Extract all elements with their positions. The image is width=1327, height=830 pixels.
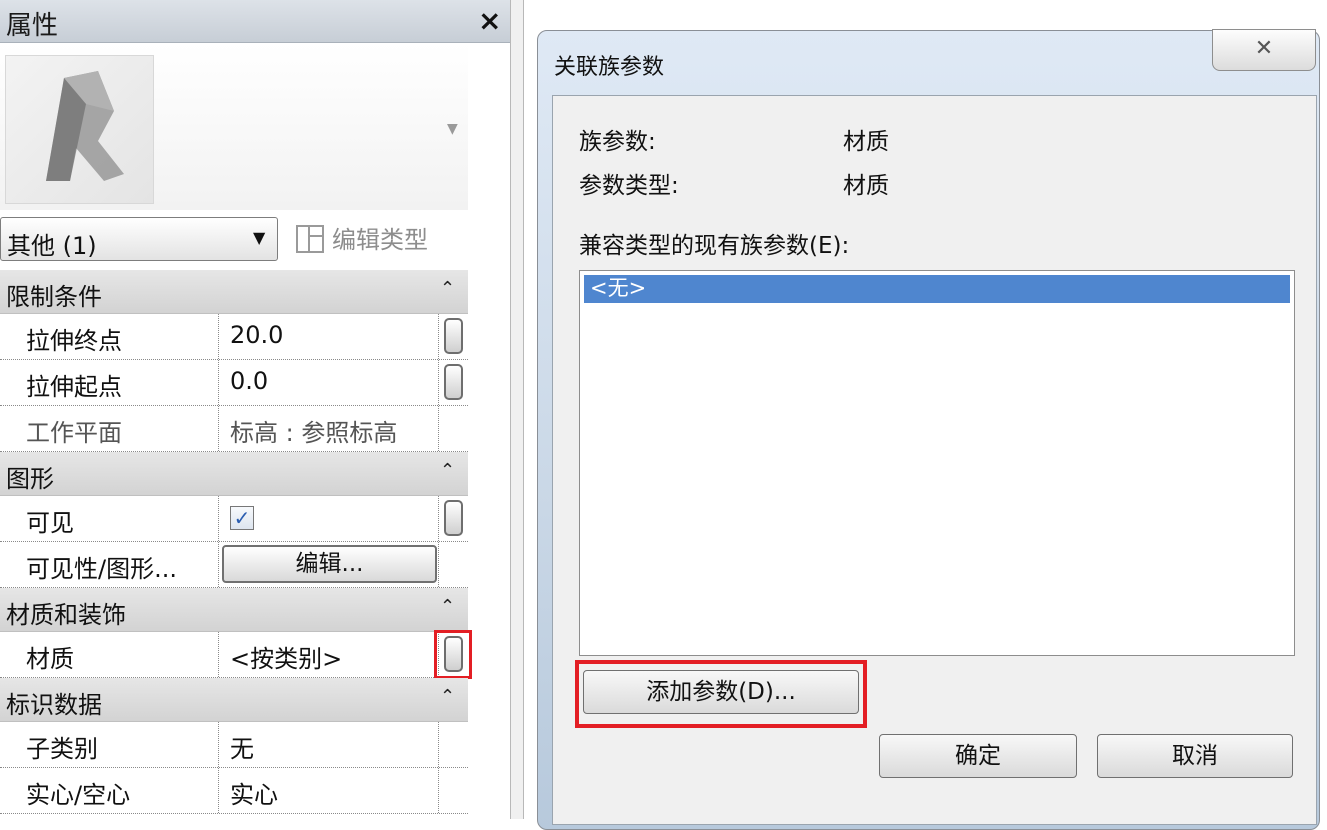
visibility-edit-button[interactable]: 编辑... (222, 545, 437, 583)
group-header-identity-data[interactable]: 标识数据 ⌃ (0, 678, 468, 722)
property-name: 可见性/图形... (26, 555, 177, 583)
type-selector-value: 其他 (1) (7, 232, 97, 260)
properties-title-bar: 属性 × (0, 0, 510, 43)
collapse-icon[interactable]: ⌃ (440, 686, 455, 707)
property-value: 标高 : 参照标高 (230, 419, 398, 447)
chevron-down-icon: ▼ (253, 228, 266, 247)
property-name: 工作平面 (26, 419, 122, 447)
type-selector-dropdown[interactable]: 其他 (1) ▼ (0, 217, 278, 261)
edit-type-button[interactable]: 编辑类型 (296, 220, 428, 260)
list-item[interactable]: <无> (584, 275, 1290, 303)
family-parameter-label: 族参数: (579, 129, 656, 155)
group-header-materials[interactable]: 材质和装饰 ⌃ (0, 588, 468, 632)
collapse-icon[interactable]: ⌃ (440, 278, 455, 299)
properties-grid: 限制条件 ⌃ 拉伸终点 20.0 拉伸起点 0.0 工作平面 标高 : 参照标高… (0, 270, 472, 814)
family-thumbnail (5, 55, 154, 204)
associate-parameter-button[interactable] (444, 364, 463, 400)
group-label: 限制条件 (6, 283, 102, 311)
property-value[interactable]: <按类别> (230, 639, 342, 674)
property-row: 子类别 无 (0, 722, 468, 768)
type-selector-row: 其他 (1) ▼ 编辑类型 (0, 213, 468, 268)
group-label: 材质和装饰 (6, 601, 126, 629)
visible-checkbox[interactable]: ✓ (230, 506, 254, 530)
existing-parameters-list[interactable]: <无> (579, 270, 1295, 656)
group-header-constraints[interactable]: 限制条件 ⌃ (0, 270, 468, 314)
property-name: 可见 (26, 509, 74, 537)
property-row: 拉伸起点 0.0 (0, 360, 468, 406)
property-value[interactable]: 实心 (230, 775, 278, 810)
property-name: 材质 (26, 645, 74, 673)
property-name: 实心/空心 (26, 781, 131, 809)
property-value[interactable]: 20.0 (230, 321, 283, 349)
group-label: 标识数据 (6, 691, 102, 719)
preview-dropdown-arrow-icon[interactable]: ▼ (447, 121, 458, 137)
group-label: 图形 (6, 465, 54, 493)
property-row: 可见 ✓ (0, 496, 468, 542)
ok-button[interactable]: 确定 (879, 734, 1077, 778)
property-name: 子类别 (26, 735, 98, 763)
close-icon[interactable]: × (478, 4, 501, 37)
associate-parameter-button[interactable] (444, 500, 463, 536)
property-row: 材质 <按类别> (0, 630, 472, 679)
parameter-type-label: 参数类型: (579, 173, 679, 199)
panel-divider (510, 0, 524, 819)
properties-palette: 属性 × ▼ 其他 (1) ▼ 编辑类型 限制条件 ⌃ 拉伸终点 20.0 拉伸… (0, 0, 510, 819)
property-name: 拉伸起点 (26, 373, 122, 401)
highlight-box (575, 660, 867, 728)
property-value[interactable]: 无 (230, 729, 254, 764)
property-name: 拉伸终点 (26, 327, 122, 355)
property-row: 可见性/图形... 编辑... (0, 542, 468, 588)
edit-type-icon (296, 225, 324, 253)
type-preview: ▼ (0, 43, 468, 210)
family-parameter-value: 材质 (843, 129, 889, 155)
property-row: 拉伸终点 20.0 (0, 314, 468, 360)
dialog-body: 族参数: 材质 参数类型: 材质 兼容类型的现有族参数(E): <无> 添加参数… (552, 95, 1317, 825)
collapse-icon[interactable]: ⌃ (440, 596, 455, 617)
edit-type-label: 编辑类型 (332, 226, 428, 254)
highlight-box (434, 630, 472, 679)
properties-title: 属性 (6, 11, 59, 41)
parameter-type-value: 材质 (843, 173, 889, 199)
property-row: 工作平面 标高 : 参照标高 (0, 406, 468, 452)
property-row: 实心/空心 实心 (0, 768, 468, 814)
collapse-icon[interactable]: ⌃ (440, 460, 455, 481)
dialog-title: 关联族参数 (554, 55, 665, 80)
compatible-parameters-label: 兼容类型的现有族参数(E): (579, 233, 850, 259)
property-value[interactable]: 0.0 (230, 367, 268, 395)
associate-family-parameter-dialog: 关联族参数 ✕ 族参数: 材质 参数类型: 材质 兼容类型的现有族参数(E): … (537, 29, 1320, 830)
associate-parameter-button[interactable] (444, 318, 463, 354)
cancel-button[interactable]: 取消 (1097, 734, 1293, 778)
close-icon[interactable]: ✕ (1212, 29, 1316, 71)
group-header-graphics[interactable]: 图形 ⌃ (0, 452, 468, 496)
